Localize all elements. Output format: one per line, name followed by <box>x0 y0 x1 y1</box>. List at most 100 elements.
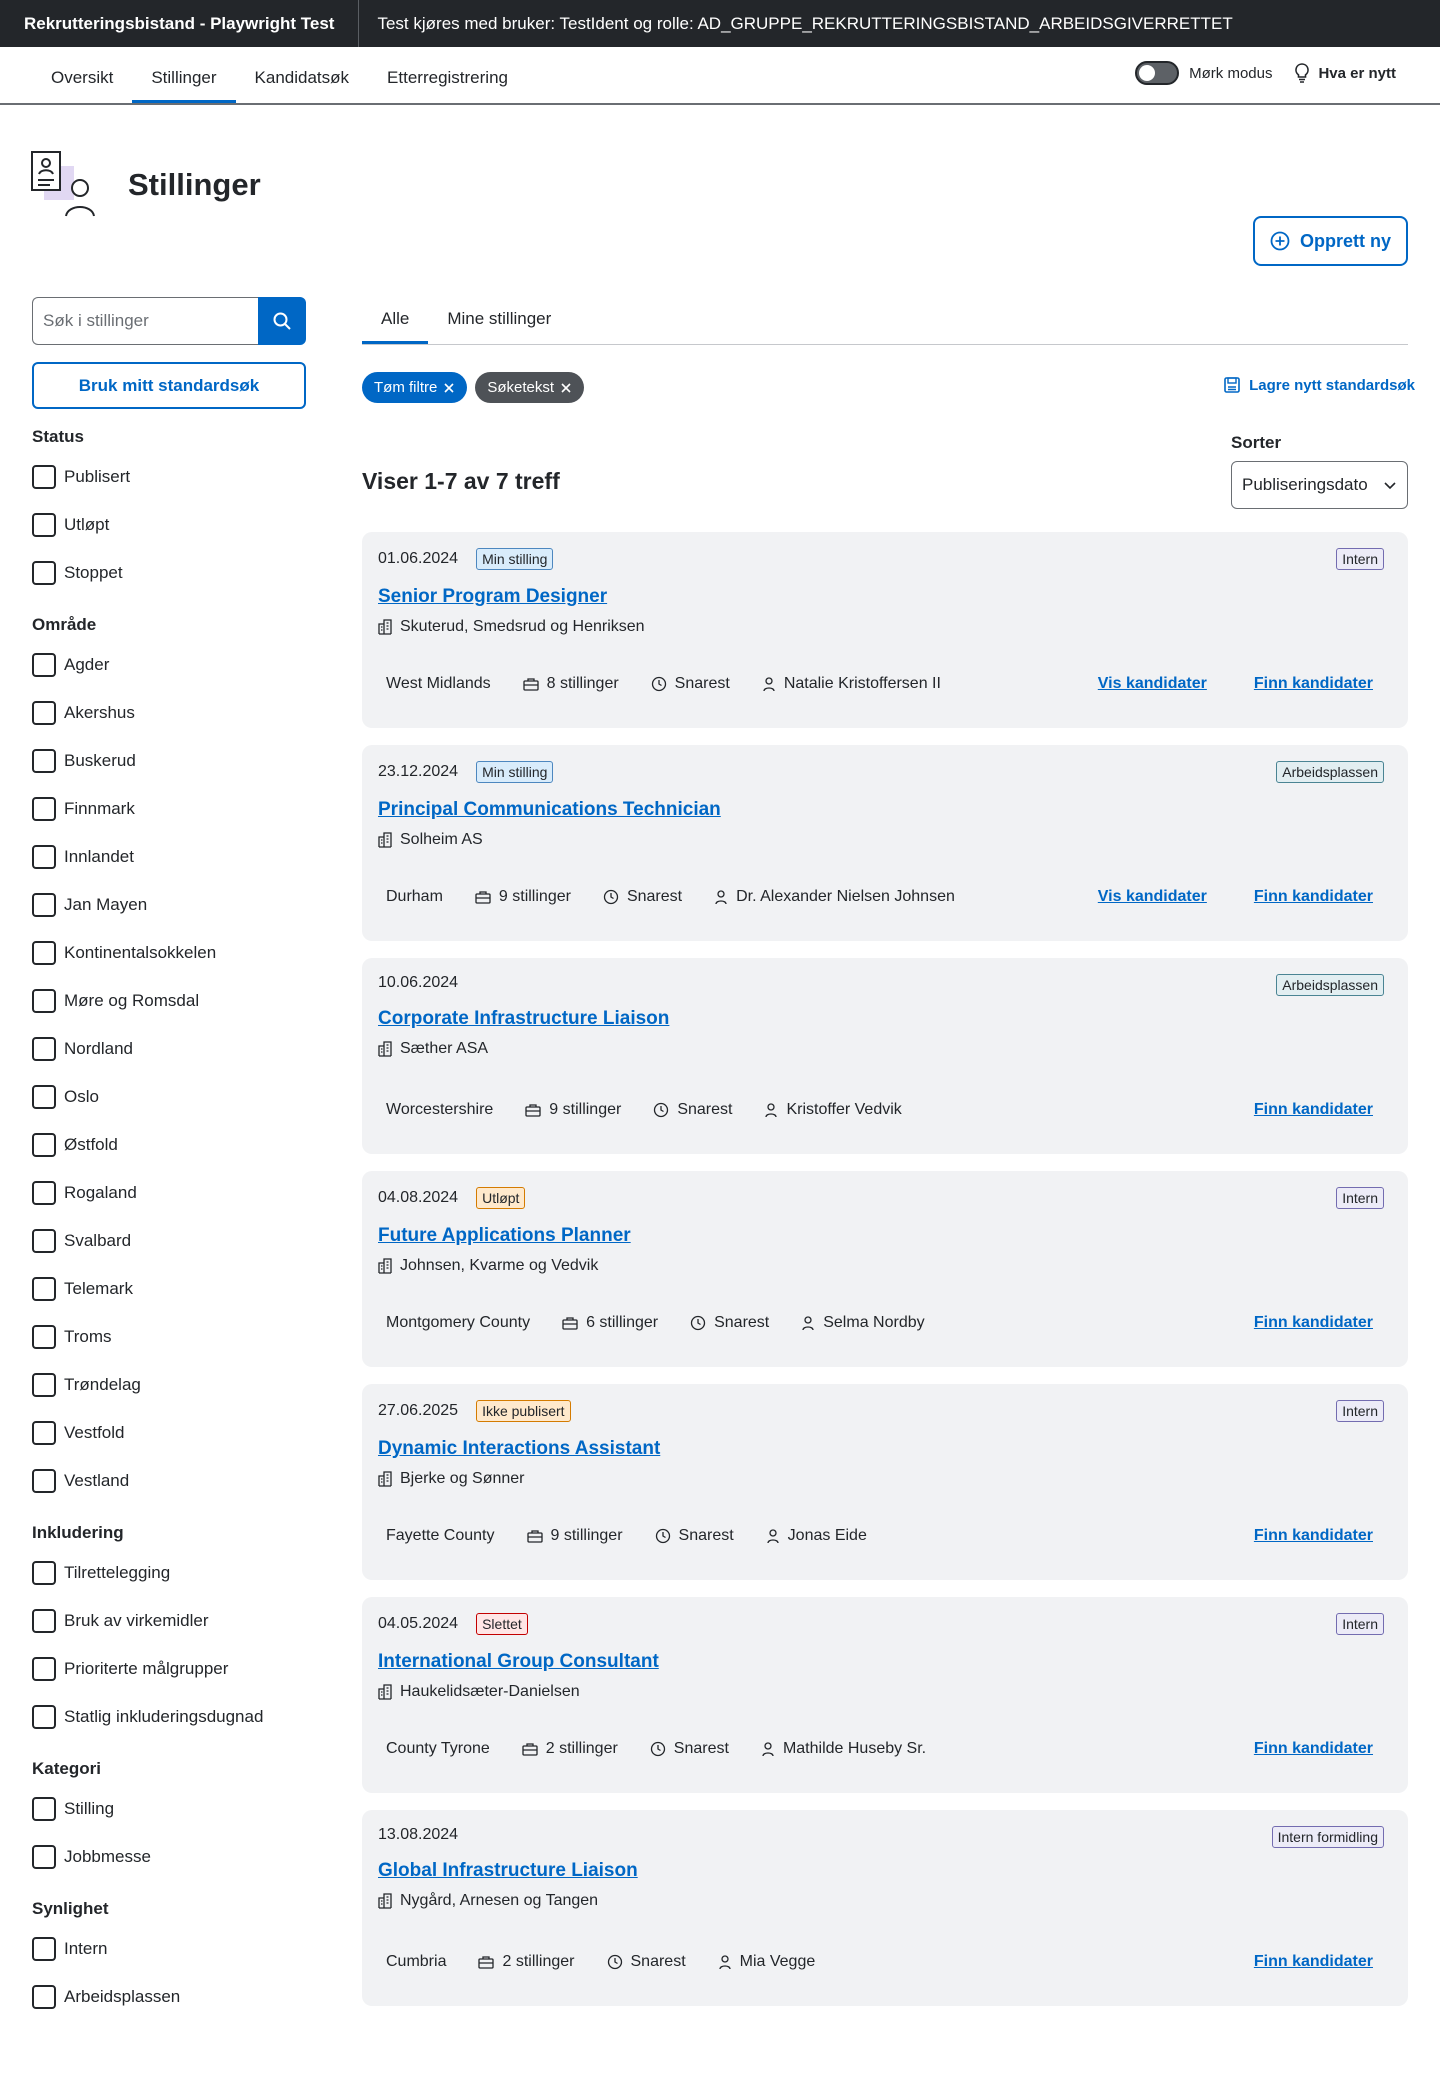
checkbox-box[interactable] <box>32 1229 56 1253</box>
floppy-disk-icon <box>1223 376 1241 394</box>
save-search-label: Lagre nytt standardsøk <box>1249 376 1415 394</box>
listing-title-link[interactable]: Dynamic Interactions Assistant <box>378 1438 660 1460</box>
filter-checkbox[interactable]: Østfold <box>32 1121 306 1169</box>
filter-checkbox[interactable]: Oslo <box>32 1073 306 1121</box>
search-button[interactable] <box>258 297 306 345</box>
checkbox-box[interactable] <box>32 893 56 917</box>
application-deadline: Snarest <box>714 1314 770 1331</box>
listing-title-link[interactable]: Future Applications Planner <box>378 1225 631 1247</box>
find-candidates-link[interactable]: Finn kandidater <box>1254 1527 1373 1545</box>
sort-select[interactable]: Publiseringsdato <box>1231 461 1408 509</box>
create-new-button[interactable]: Opprett ny <box>1253 216 1408 266</box>
checkbox-box[interactable] <box>32 941 56 965</box>
tab-alle[interactable]: Alle <box>362 297 429 344</box>
filter-checkbox[interactable]: Finnmark <box>32 785 306 833</box>
filter-checkbox[interactable]: Troms <box>32 1313 306 1361</box>
filter-checkbox[interactable]: Stoppet <box>32 549 306 597</box>
listing-title-link[interactable]: International Group Consultant <box>378 1651 659 1673</box>
checkbox-box[interactable] <box>32 797 56 821</box>
filter-checkbox[interactable]: Kontinentalsokkelen <box>32 929 306 977</box>
view-candidates-link[interactable]: Vis kandidater <box>1098 888 1207 906</box>
filter-checkbox[interactable]: Arbeidsplassen <box>32 1973 306 2021</box>
listing-title-link[interactable]: Corporate Infrastructure Liaison <box>378 1008 669 1030</box>
filter-checkbox[interactable]: Vestland <box>32 1457 306 1505</box>
visibility-badge: Intern <box>1336 1400 1384 1422</box>
checkbox-box[interactable] <box>32 1181 56 1205</box>
nav-tab-oversikt[interactable]: Oversikt <box>32 55 132 103</box>
save-standard-search-button[interactable]: Lagre nytt standardsøk <box>1223 376 1415 394</box>
view-candidates-link[interactable]: Vis kandidater <box>1098 675 1207 693</box>
listing-title-link[interactable]: Principal Communications Technician <box>378 799 721 821</box>
find-candidates-link[interactable]: Finn kandidater <box>1254 1740 1373 1758</box>
checkbox-box[interactable] <box>32 1325 56 1349</box>
building-icon <box>378 1684 392 1700</box>
checkbox-box[interactable] <box>32 845 56 869</box>
nav-tab-etterregistrering[interactable]: Etterregistrering <box>368 55 527 103</box>
listing-title-link[interactable]: Senior Program Designer <box>378 586 607 608</box>
checkbox-box[interactable] <box>32 1985 56 2009</box>
filter-checkbox[interactable]: Publisert <box>32 453 306 501</box>
checkbox-box[interactable] <box>32 1937 56 1961</box>
filter-checkbox[interactable]: Tilrettelegging <box>32 1549 306 1597</box>
filter-group-title: Synlighet <box>32 1899 109 1918</box>
filter-checkbox[interactable]: Jan Mayen <box>32 881 306 929</box>
checkbox-box[interactable] <box>32 465 56 489</box>
find-candidates-link[interactable]: Finn kandidater <box>1254 1101 1373 1119</box>
filter-checkbox[interactable]: Akershus <box>32 689 306 737</box>
filter-checkbox[interactable]: Rogaland <box>32 1169 306 1217</box>
nav-tab-kandidatsok[interactable]: Kandidatsøk <box>236 55 369 103</box>
filter-checkbox[interactable]: Svalbard <box>32 1217 306 1265</box>
checkbox-box[interactable] <box>32 653 56 677</box>
filter-checkbox[interactable]: Statlig inkluderingsdugnad <box>32 1693 306 1741</box>
whats-new-button[interactable]: Hva er nytt <box>1294 63 1396 83</box>
filter-checkbox[interactable]: Telemark <box>32 1265 306 1313</box>
find-candidates-link[interactable]: Finn kandidater <box>1254 1314 1373 1332</box>
filter-checkbox[interactable]: Intern <box>32 1925 306 1973</box>
dark-mode-toggle[interactable]: Mørk modus <box>1135 61 1272 85</box>
checkbox-box[interactable] <box>32 1421 56 1445</box>
checkbox-box[interactable] <box>32 1705 56 1729</box>
checkbox-box[interactable] <box>32 1133 56 1157</box>
filter-checkbox[interactable]: Agder <box>32 641 306 689</box>
checkbox-box[interactable] <box>32 701 56 725</box>
filter-checkbox[interactable]: Stilling <box>32 1785 306 1833</box>
find-candidates-link[interactable]: Finn kandidater <box>1254 888 1373 906</box>
checkbox-box[interactable] <box>32 1085 56 1109</box>
clear-filters-chip[interactable]: Tøm filtre <box>362 372 468 403</box>
checkbox-box[interactable] <box>32 561 56 585</box>
checkbox-box[interactable] <box>32 1037 56 1061</box>
filter-checkbox[interactable]: Buskerud <box>32 737 306 785</box>
tab-mine-stillinger[interactable]: Mine stillinger <box>428 297 570 344</box>
find-candidates-link[interactable]: Finn kandidater <box>1254 675 1373 693</box>
location: Fayette County <box>386 1527 495 1544</box>
listing-title-link[interactable]: Global Infrastructure Liaison <box>378 1860 638 1882</box>
checkbox-box[interactable] <box>32 513 56 537</box>
checkbox-box[interactable] <box>32 1561 56 1585</box>
search-input[interactable]: Søk i stillinger <box>32 297 258 345</box>
nav-tab-stillinger[interactable]: Stillinger <box>132 55 236 103</box>
filter-checkbox[interactable]: Trøndelag <box>32 1361 306 1409</box>
app-brand[interactable]: Rekrutteringsbistand - Playwright Test <box>0 0 360 47</box>
toggle-switch[interactable] <box>1135 61 1180 85</box>
checkbox-label: Innlandet <box>64 847 134 866</box>
filter-checkbox[interactable]: Prioriterte målgrupper <box>32 1645 306 1693</box>
checkbox-box[interactable] <box>32 1797 56 1821</box>
filter-checkbox[interactable]: Møre og Romsdal <box>32 977 306 1025</box>
filter-checkbox[interactable]: Jobbmesse <box>32 1833 306 1881</box>
checkbox-box[interactable] <box>32 1845 56 1869</box>
filter-checkbox[interactable]: Bruk av virkemidler <box>32 1597 306 1645</box>
find-candidates-link[interactable]: Finn kandidater <box>1254 1953 1373 1971</box>
use-standard-search-button[interactable]: Bruk mitt standardsøk <box>32 362 306 409</box>
checkbox-box[interactable] <box>32 1373 56 1397</box>
checkbox-box[interactable] <box>32 1657 56 1681</box>
filter-checkbox[interactable]: Vestfold <box>32 1409 306 1457</box>
filter-checkbox[interactable]: Utløpt <box>32 501 306 549</box>
filter-checkbox[interactable]: Innlandet <box>32 833 306 881</box>
checkbox-box[interactable] <box>32 1277 56 1301</box>
filter-checkbox[interactable]: Nordland <box>32 1025 306 1073</box>
checkbox-box[interactable] <box>32 1469 56 1493</box>
checkbox-box[interactable] <box>32 749 56 773</box>
search-text-chip[interactable]: Søketekst <box>475 372 585 403</box>
checkbox-box[interactable] <box>32 1609 56 1633</box>
checkbox-box[interactable] <box>32 989 56 1013</box>
